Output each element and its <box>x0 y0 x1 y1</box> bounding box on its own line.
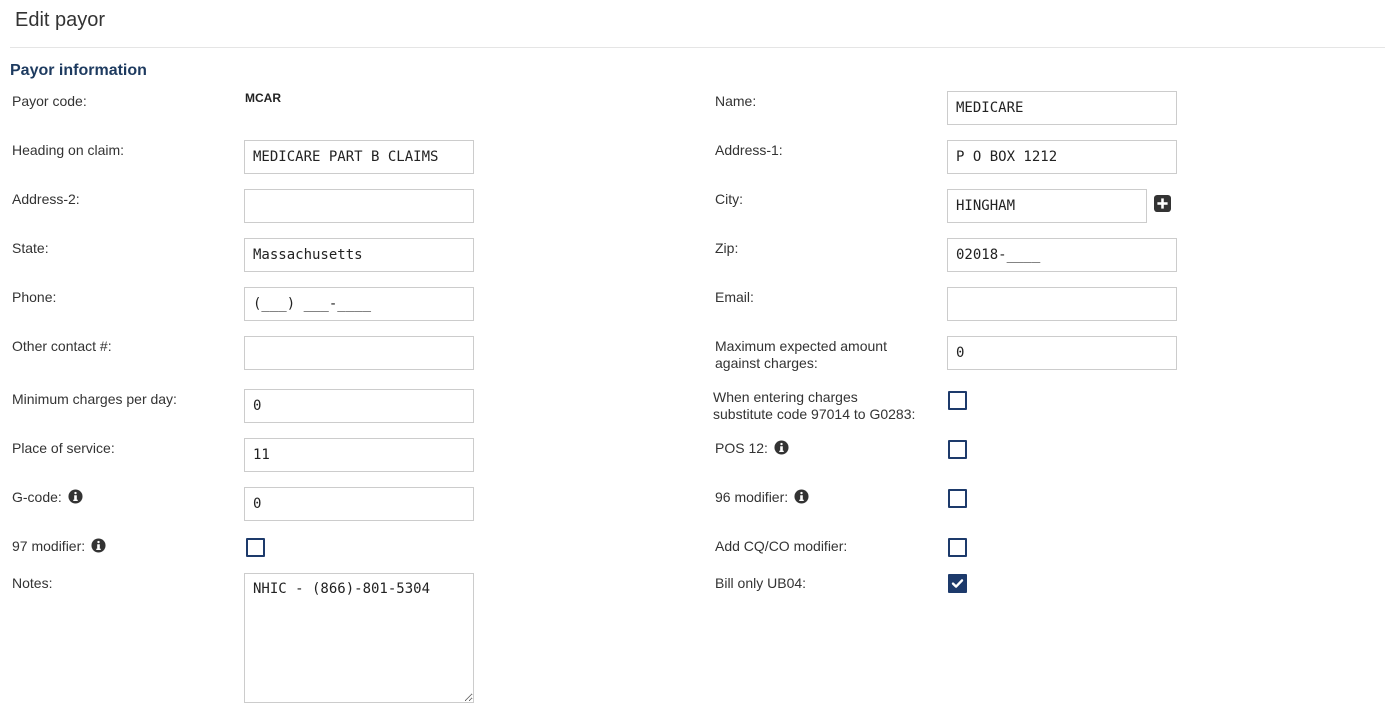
email-input[interactable] <box>947 287 1177 321</box>
pos-12-checkbox[interactable] <box>948 440 967 459</box>
name-input[interactable] <box>947 91 1177 125</box>
header-divider <box>10 47 1385 48</box>
pos-12-label-text: POS 12: <box>715 440 768 456</box>
city-input[interactable] <box>947 189 1147 223</box>
minimum-charges-input[interactable] <box>244 389 474 423</box>
info-circle-icon[interactable] <box>68 489 83 504</box>
g-code-input[interactable] <box>244 487 474 521</box>
phone-input[interactable] <box>244 287 474 321</box>
substitute-code-label: When entering charges substitute code 97… <box>713 389 915 423</box>
state-input[interactable] <box>244 238 474 272</box>
payor-code-value: MCAR <box>245 91 281 105</box>
bill-only-ub04-label: Bill only UB04: <box>715 575 807 591</box>
96-modifier-label-text: 96 modifier: <box>715 489 789 505</box>
address-2-label: Address-2: <box>12 191 80 207</box>
address-2-input[interactable] <box>244 189 474 223</box>
max-expected-amount-input[interactable] <box>947 336 1177 370</box>
address-1-label: Address-1: <box>715 142 783 158</box>
97-modifier-label: 97 modifier: <box>12 538 106 555</box>
info-circle-icon[interactable] <box>91 538 106 553</box>
other-contact-input[interactable] <box>244 336 474 370</box>
other-contact-label: Other contact #: <box>12 338 112 354</box>
section-title: Payor information <box>10 62 147 79</box>
state-label: State: <box>12 240 49 256</box>
max-expected-amount-label: Maximum expected amount against charges: <box>715 338 887 372</box>
substitute-code-checkbox[interactable] <box>948 391 967 410</box>
96-modifier-label: 96 modifier: <box>715 489 809 506</box>
city-label: City: <box>715 191 743 207</box>
notes-textarea[interactable]: NHIC - (866)-801-5304 <box>244 573 474 703</box>
email-label: Email: <box>715 289 754 305</box>
place-of-service-label: Place of service: <box>12 440 115 456</box>
place-of-service-input[interactable] <box>244 438 474 472</box>
bill-only-ub04-checkbox[interactable] <box>948 574 967 593</box>
pos-12-label: POS 12: <box>715 440 789 457</box>
heading-on-claim-label: Heading on claim: <box>12 142 125 158</box>
substitute-code-label-line-2: substitute code 97014 to G0283: <box>713 406 916 422</box>
96-modifier-checkbox[interactable] <box>948 489 967 508</box>
page-title: Edit payor <box>15 9 106 31</box>
max-expected-amount-label-line-2: against charges: <box>715 355 818 371</box>
notes-label: Notes: <box>12 575 53 591</box>
97-modifier-label-text: 97 modifier: <box>12 538 86 554</box>
check-icon <box>951 579 964 588</box>
g-code-label-text: G-code: <box>12 489 62 505</box>
97-modifier-checkbox[interactable] <box>246 538 265 557</box>
address-1-input[interactable] <box>947 140 1177 174</box>
info-circle-icon[interactable] <box>774 440 789 455</box>
add-cq-co-modifier-checkbox[interactable] <box>948 538 967 557</box>
substitute-code-label-line-1: When entering charges <box>713 389 858 405</box>
add-cq-co-modifier-label: Add CQ/CO modifier: <box>715 538 848 554</box>
payor-code-label: Payor code: <box>12 93 87 109</box>
add-city-icon[interactable] <box>1154 195 1171 212</box>
info-circle-icon[interactable] <box>794 489 809 504</box>
zip-input[interactable] <box>947 238 1177 272</box>
heading-on-claim-input[interactable] <box>244 140 474 174</box>
zip-label: Zip: <box>715 240 739 256</box>
g-code-label: G-code: <box>12 489 83 506</box>
name-label: Name: <box>715 93 757 109</box>
max-expected-amount-label-line-1: Maximum expected amount <box>715 338 887 354</box>
phone-label: Phone: <box>12 289 57 305</box>
minimum-charges-label: Minimum charges per day: <box>12 391 177 407</box>
